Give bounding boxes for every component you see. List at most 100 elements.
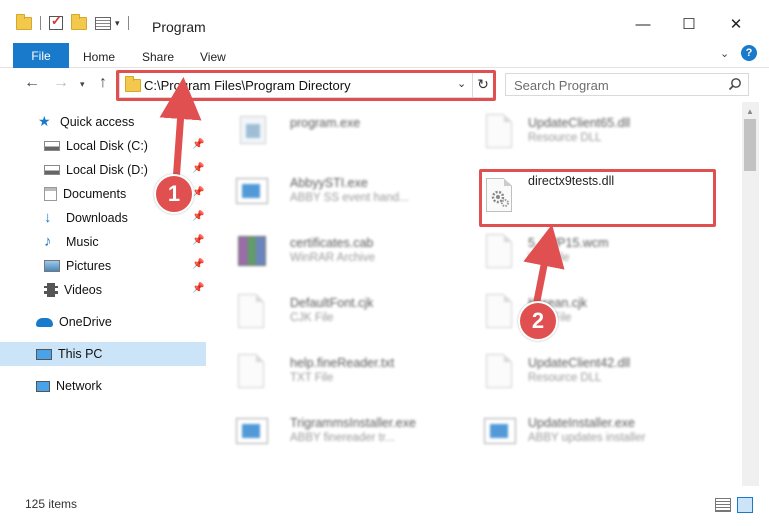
help-icon[interactable]: ? [741,45,757,61]
file-desc: ABBY finereader tr... [290,432,395,444]
scroll-up-icon[interactable]: ▲ [746,107,754,116]
search-placeholder: Search Program [514,78,609,93]
search-icon[interactable] [728,77,742,91]
file-item[interactable]: DefaultFont.cjk CJK File [212,286,462,336]
cloud-icon [36,317,53,327]
sidebar-item-music[interactable]: ♪ Music 📌 [0,230,206,254]
back-arrow-icon[interactable]: ← [24,74,40,92]
file-highlight-box [479,169,716,227]
exe-file-icon [234,412,268,452]
file-item[interactable]: Korean.cjk CJK File [460,286,710,336]
file-item[interactable]: UpdateClient42.dll Resource DLL [460,346,710,396]
chevron-down-icon[interactable]: ▾ [115,18,120,29]
exe-file-icon [234,172,268,212]
address-highlight-box [116,70,496,101]
pin-icon[interactable]: 📌 [192,283,204,294]
computer-icon [36,348,52,360]
properties-check-icon[interactable] [49,13,63,30]
file-item[interactable]: help.fineReader.txt TXT File [212,346,462,396]
file-item[interactable]: AbbyySTI.exe ABBY SS event hand... [212,166,462,216]
sidebar-item-onedrive[interactable]: OneDrive [0,310,206,334]
drive-icon [44,165,60,175]
pin-icon[interactable]: 📌 [192,139,204,150]
sidebar-item-label: Network [56,379,102,393]
tab-view[interactable]: View [200,50,226,64]
file-name: UpdateClient65.dll [528,116,631,130]
minimize-button[interactable]: — [620,10,666,38]
sidebar-item-label: Local Disk (C:) [66,139,148,153]
file-item[interactable]: UpdateInstaller.exe ABBY updates install… [460,406,710,456]
forward-arrow-icon[interactable]: → [53,74,69,92]
star-icon: ★ [38,113,51,129]
details-view-icon[interactable] [715,498,731,512]
file-item[interactable]: UpdateClient65.dll Resource DLL [460,106,710,156]
file-icon [482,292,516,332]
file-name: help.fineReader.txt [290,356,395,370]
file-item[interactable]: program.exe [212,106,462,156]
drive-icon [44,141,60,151]
music-icon: ♪ [44,233,52,250]
customize-icon[interactable] [95,16,111,30]
sidebar-item-this-pc[interactable]: This PC [0,342,206,366]
close-button[interactable]: ✕ [713,10,759,38]
sidebar-item-label: Quick access [60,115,135,129]
tab-home[interactable]: Home [83,50,115,64]
ribbon-tabs: File Home Share View ⌄ ? [0,40,769,68]
text-file-icon [234,352,268,392]
sidebar-item-label: Documents [63,187,127,201]
window-title: Program [152,19,206,35]
sidebar-item-label: Pictures [66,259,112,273]
tab-file[interactable]: File [13,43,69,68]
title-bar: ▾ Program — ☐ ✕ [0,0,769,40]
navigation-pane: ★ Quick access Local Disk (C:) 📌 Local D… [0,108,210,488]
archive-file-icon [234,232,268,272]
new-folder-icon[interactable] [71,13,87,30]
file-item[interactable]: TrigrammsInstaller.exe ABBY finereader t… [212,406,462,456]
video-icon [44,283,58,297]
file-name: UpdateInstaller.exe [528,416,636,430]
tab-share[interactable]: Share [142,50,174,64]
sidebar-item-network[interactable]: Network [0,374,206,398]
sidebar-item-label: OneDrive [59,315,112,329]
exe-file-icon [234,112,268,152]
recent-locations-icon[interactable]: ▾ [80,79,85,90]
file-desc: ABBY updates installer [528,432,646,444]
step-1-badge: 1 [154,174,194,214]
vertical-scrollbar[interactable]: ▲ [742,102,759,486]
step-2-badge: 2 [518,301,558,341]
search-input[interactable]: Search Program [505,73,749,96]
pin-icon[interactable]: 📌 [192,259,204,270]
file-item[interactable]: 5...WP15.wcm W... File [460,226,710,276]
file-item[interactable]: certificates.cab WinRAR Archive [212,226,462,276]
sidebar-item-label: Downloads [66,211,128,225]
up-arrow-icon[interactable]: ↑ [99,74,107,92]
sidebar-item-quick-access[interactable]: ★ Quick access [0,110,206,134]
file-name: program.exe [290,116,361,130]
pictures-icon [44,260,60,272]
file-list: program.exe AbbyySTI.exe ABBY SS event h… [212,102,742,486]
folder-icon [16,13,32,30]
file-icon [482,232,516,272]
sidebar-item-videos[interactable]: Videos 📌 [0,278,206,302]
large-icons-view-icon[interactable] [737,497,753,513]
file-name: certificates.cab [290,236,374,250]
sidebar-item-local-disk-c[interactable]: Local Disk (C:) 📌 [0,134,206,158]
file-name: AbbyySTI.exe [290,176,368,190]
pin-icon[interactable]: 📌 [192,211,204,222]
scroll-thumb[interactable] [744,119,756,171]
toolbar-separator [127,16,129,30]
file-desc: WinRAR Archive [290,252,375,264]
file-name: TrigrammsInstaller.exe [290,416,416,430]
maximize-button[interactable]: ☐ [666,10,712,38]
expand-ribbon-icon[interactable]: ⌄ [720,47,729,60]
pin-icon[interactable]: 📌 [192,235,204,246]
sidebar-item-label: Videos [64,283,102,297]
file-desc: CJK File [290,312,334,324]
file-desc: W... File [528,252,570,264]
sidebar-item-label: This PC [58,347,103,361]
exe-file-icon [482,412,516,452]
sidebar-item-pictures[interactable]: Pictures 📌 [0,254,206,278]
toolbar-separator [40,16,41,30]
network-icon [36,380,50,392]
pin-icon[interactable]: 📌 [192,163,204,174]
